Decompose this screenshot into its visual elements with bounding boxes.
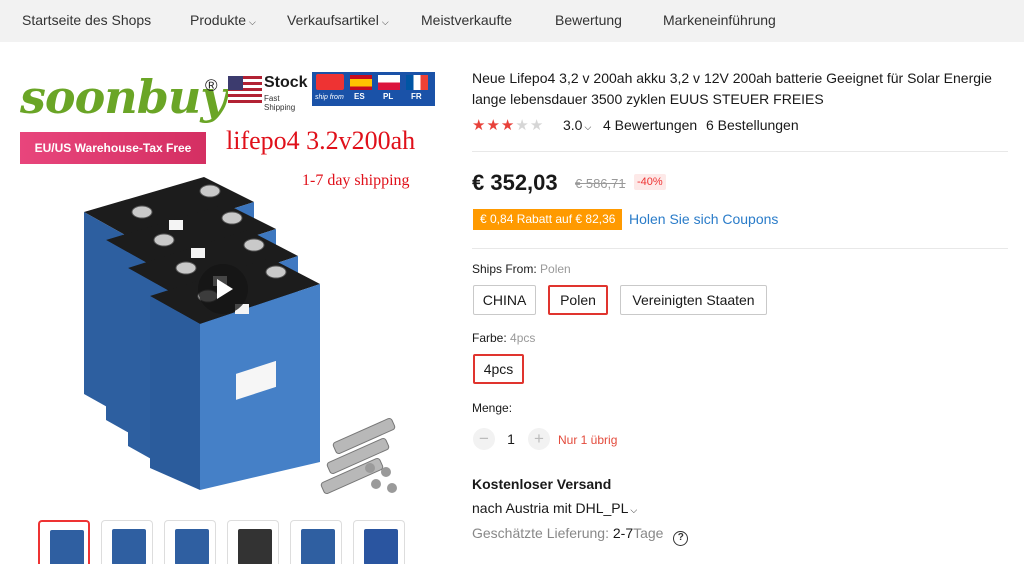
truck-icon <box>316 74 344 90</box>
quantity-increase-button[interactable]: + <box>528 428 550 450</box>
thumbnail-image[interactable] <box>290 520 342 564</box>
ships-from-option-china[interactable]: CHINA <box>473 285 536 315</box>
flag-label-pl: PL <box>383 92 394 101</box>
battery-thumbnail-image <box>238 529 272 564</box>
busbars <box>320 417 396 495</box>
nav-item-store-home[interactable]: Startseite des Shops <box>22 0 151 42</box>
current-price: € 352,03 <box>472 170 558 195</box>
nav-item-label: Bewertung <box>555 12 622 28</box>
chevron-down-icon: ⌵ <box>584 122 592 132</box>
us-flag-icon <box>228 76 262 104</box>
battery-thumbnail-image <box>175 529 209 564</box>
stock-badge: Stock Fast Shipping <box>228 74 308 112</box>
star-filled-icon: ★ <box>486 117 501 134</box>
star-empty-icon: ★ <box>529 117 545 134</box>
quantity-value[interactable]: 1 <box>500 431 522 447</box>
promo-title: lifepo4 3.2v200ah <box>226 126 416 155</box>
option-selected-value: 4pcs <box>510 331 536 345</box>
nav-item-sale-items[interactable]: Verkaufsartikel ⌵ <box>287 0 389 42</box>
ships-from-option-poland[interactable]: Polen <box>548 285 608 315</box>
thumbnail-image[interactable] <box>38 520 90 564</box>
divider <box>472 151 1008 152</box>
flag-label-es: ES <box>354 92 365 101</box>
estimated-delivery: Geschätzte Lieferung: 2-7Tage ? <box>472 525 689 546</box>
help-icon[interactable]: ? <box>673 531 689 546</box>
nav-item-label: Produkte <box>190 12 247 28</box>
battery-thumbnail-image <box>301 529 335 564</box>
product-gallery: soonbuy ® Stock Fast Shipping ship from … <box>14 62 444 502</box>
registered-mark: ® <box>205 76 218 95</box>
stock-remaining: Nur 1 übrig <box>558 433 618 447</box>
fast-shipping-label: Fast Shipping <box>264 94 296 112</box>
spain-flag-icon <box>350 75 372 90</box>
nav-item-bestsellers[interactable]: Meistverkaufte <box>421 0 512 42</box>
thumbnail-image[interactable] <box>227 520 279 564</box>
product-image[interactable] <box>14 172 444 502</box>
delivery-label: Geschätzte Lieferung: <box>472 525 609 541</box>
star-filled-icon: ★ <box>472 117 487 134</box>
star-filled-icon: ★ <box>500 117 516 134</box>
quantity-label: Menge: <box>472 401 513 415</box>
nav-item-label: Markeneinführung <box>663 12 776 28</box>
poland-flag-icon <box>378 75 400 90</box>
ship-from-label: ship from <box>315 94 344 101</box>
divider <box>472 248 1008 249</box>
get-coupons-link[interactable]: Holen Sie sich Coupons <box>629 211 778 227</box>
color-option-4pcs[interactable]: 4pcs <box>473 354 524 384</box>
shop-nav-bar: Startseite des Shops Produkte ⌵ Verkaufsa… <box>0 0 1024 42</box>
option-label: Ships From: <box>472 262 537 276</box>
delivery-days: 2-7 <box>612 525 634 541</box>
ships-from-label: Ships From: Polen <box>472 262 571 276</box>
ship-from-badge: ship from ES PL FR <box>312 72 435 106</box>
free-shipping-title: Kostenloser Versand <box>472 476 612 492</box>
chevron-down-icon: ⌵ <box>630 505 638 515</box>
battery-thumbnail-image <box>50 530 84 564</box>
reviews-link[interactable]: 4 Bewertungen <box>603 117 697 133</box>
ships-from-option-usa[interactable]: Vereinigten Staaten <box>620 285 767 315</box>
thumbnail-image[interactable] <box>164 520 216 564</box>
brand-logo: soonbuy <box>20 70 227 124</box>
shipping-destination: nach Austria mit DHL_PL <box>472 500 629 516</box>
star-empty-icon: ★ <box>515 117 530 134</box>
orders-count: 6 Bestellungen <box>706 117 799 133</box>
color-label: Farbe: 4pcs <box>472 331 535 345</box>
rating-stars: ★★★★★ <box>472 116 544 134</box>
battery-thumbnail-image <box>364 529 398 564</box>
stock-label: Stock <box>264 74 308 91</box>
nav-item-products[interactable]: Produkte ⌵ <box>190 0 256 42</box>
nav-item-label: Verkaufsartikel <box>287 12 379 28</box>
discount-badge: -40% <box>634 174 666 190</box>
thumbnail-image[interactable] <box>101 520 153 564</box>
chevron-down-icon: ⌵ <box>249 17 256 27</box>
thumbnail-image[interactable] <box>353 520 405 564</box>
coupon-tag: € 0,84 Rabatt auf € 82,36 <box>473 209 623 230</box>
play-video-button[interactable] <box>198 264 248 314</box>
shipping-destination-selector[interactable]: nach Austria mit DHL_PL ⌵ <box>472 500 637 516</box>
option-label: Farbe: <box>472 331 507 345</box>
flag-label-fr: FR <box>411 92 422 101</box>
nav-item-label: Meistverkaufte <box>421 12 513 28</box>
battery-thumbnail-image <box>112 529 146 564</box>
nav-item-brand-intro[interactable]: Markeneinführung <box>663 0 776 42</box>
promo-banner: soonbuy ® Stock Fast Shipping ship from … <box>14 62 444 189</box>
delivery-unit: Tage <box>633 525 664 541</box>
rating-number: 3.0 <box>563 117 583 133</box>
quantity-decrease-button[interactable]: − <box>473 428 495 450</box>
original-price: € 586,71 <box>575 176 626 191</box>
france-flag-icon <box>406 75 428 90</box>
nav-item-label: Startseite des Shops <box>22 12 152 28</box>
product-title: Neue Lifepo4 3,2 v 200ah akku 3,2 v 12V … <box>472 70 992 107</box>
warehouse-banner: EU/US Warehouse-Tax Free <box>20 132 206 164</box>
rating-value[interactable]: 3.0 ⌵ <box>563 117 591 133</box>
chevron-down-icon: ⌵ <box>381 17 389 27</box>
nav-item-reviews[interactable]: Bewertung <box>555 0 622 42</box>
option-selected-value: Polen <box>540 262 571 276</box>
